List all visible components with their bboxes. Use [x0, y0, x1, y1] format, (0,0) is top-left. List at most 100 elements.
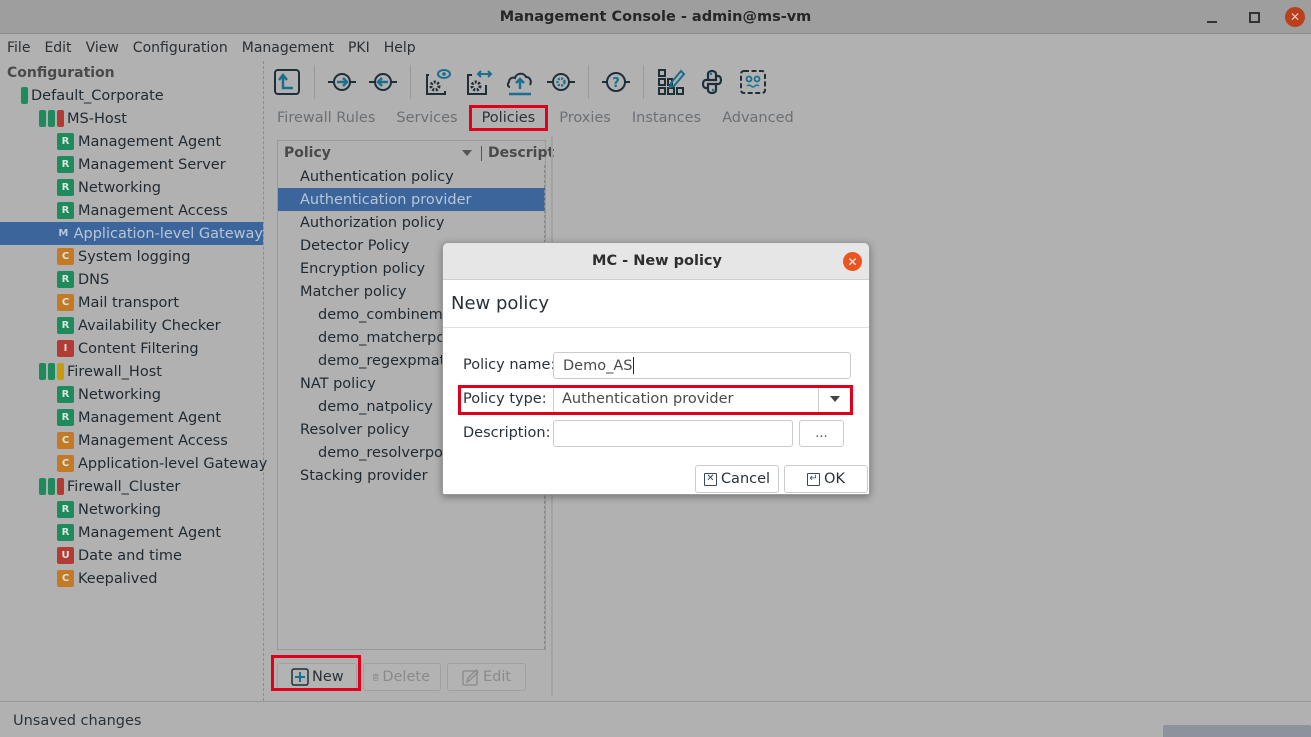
close-window-button[interactable]: ✕ — [1285, 7, 1305, 27]
tree-node-component[interactable]: R Networking — [0, 498, 161, 521]
dialog-titlebar[interactable]: MC - New policy ✕ — [443, 243, 869, 280]
tree-node-component[interactable]: R Management Server — [0, 153, 226, 176]
component-state-badge-icon: R — [57, 133, 74, 150]
tree-node-component[interactable]: I Content Filtering — [0, 337, 199, 360]
policy-type-row[interactable]: Authorization policy — [278, 211, 545, 234]
policy-row-label: NAT policy — [300, 375, 376, 392]
dialog-close-button[interactable]: ✕ — [843, 252, 862, 271]
component-state-badge-icon: R — [57, 202, 74, 219]
tree-node-component[interactable]: M Application-level Gateway — [0, 222, 263, 245]
tree-node-component[interactable]: R DNS — [0, 268, 109, 291]
column-divider[interactable] — [481, 146, 482, 161]
maximize-button[interactable] — [1243, 6, 1265, 28]
tree-node-label: DNS — [78, 271, 110, 288]
tree-node-component[interactable]: C System logging — [0, 245, 190, 268]
policy-row-label: Matcher policy — [300, 283, 407, 300]
cancel-button[interactable]: ✕ Cancel — [695, 465, 779, 493]
tree-node-component[interactable]: C Mail transport — [0, 291, 179, 314]
column-header-description[interactable]: Descript — [488, 145, 554, 161]
menu-file[interactable]: File — [7, 40, 38, 56]
tree-node-component[interactable]: R Management Agent — [0, 130, 221, 153]
tree-node-component[interactable]: C Application-level Gateway — [0, 452, 267, 475]
menu-help[interactable]: Help — [384, 40, 424, 56]
description-input[interactable] — [553, 420, 793, 447]
tab-instances[interactable]: Instances — [623, 106, 710, 130]
sort-desc-icon[interactable] — [462, 150, 472, 156]
toolbar-upload-config-button[interactable] — [268, 63, 306, 101]
toolbar-connect-in-button[interactable] — [323, 63, 361, 101]
toolbar-connect-out-button[interactable] — [364, 63, 402, 101]
compare-config-icon — [467, 70, 493, 95]
upload-config-icon — [274, 69, 300, 95]
tree-node-component[interactable]: R Networking — [0, 383, 161, 406]
policy-name-label: Policy name: — [463, 357, 556, 373]
status-bar — [21, 87, 28, 104]
policy-type-row[interactable]: Authentication provider — [278, 188, 545, 211]
tree-node-component[interactable]: U Date and time — [0, 544, 182, 567]
menu-management[interactable]: Management — [242, 40, 342, 56]
menu-view[interactable]: View — [86, 40, 127, 56]
toolbar-upload-cloud-button[interactable] — [501, 63, 539, 101]
ok-button[interactable]: ↵ OK — [784, 465, 868, 493]
configuration-tree[interactable]: Configuration Default_Corporate MS-Host R M… — [0, 61, 267, 701]
toolbar-robot-button[interactable] — [734, 63, 772, 101]
tree-node-component[interactable]: R Availability Checker — [0, 314, 221, 337]
component-state-badge-icon: R — [57, 409, 74, 426]
status-indicator-icon — [39, 478, 64, 495]
menu-edit[interactable]: Edit — [44, 40, 79, 56]
tree-node-label: Application-level Gateway — [78, 455, 268, 472]
window-controls: ✕ — [1201, 6, 1305, 28]
description-label: Description: — [463, 425, 551, 441]
toolbar: ? — [268, 61, 775, 103]
tree-node-label: Management Access — [78, 202, 228, 219]
description-more-button[interactable]: ... — [799, 420, 844, 447]
tree-node-component[interactable]: R Management Agent — [0, 521, 221, 544]
tree-node-component[interactable]: C Management Access — [0, 429, 228, 452]
edit-policy-button[interactable]: Edit — [447, 663, 526, 691]
toolbar-python-button[interactable] — [693, 63, 731, 101]
component-state-badge-icon: R — [57, 179, 74, 196]
toolbar-separator — [314, 65, 315, 99]
chevron-down-icon — [829, 396, 840, 402]
tree-node-host[interactable]: MS-Host — [0, 107, 127, 130]
svg-text:?: ? — [612, 76, 620, 91]
toolbar-view-config-button[interactable] — [419, 63, 457, 101]
view-config-icon — [426, 69, 451, 95]
text-caret — [633, 357, 635, 374]
toolbar-service-button[interactable] — [542, 63, 580, 101]
tree-node-component[interactable]: R Management Agent — [0, 406, 221, 429]
tab-services[interactable]: Services — [387, 106, 466, 130]
tree-node-component[interactable]: R Management Access — [0, 199, 228, 222]
tab-policies[interactable]: Policies — [468, 105, 549, 131]
tree-node-label: Firewall_Cluster — [67, 478, 181, 495]
component-state-badge-icon: C — [57, 294, 74, 311]
delete-policy-button[interactable]: Delete — [363, 663, 441, 691]
tree-node-host[interactable]: Default_Corporate — [0, 84, 164, 107]
toolbar-edit-grid-button[interactable] — [652, 63, 690, 101]
tab-firewall-rules[interactable]: Firewall Rules — [268, 106, 384, 130]
tree-node-component[interactable]: C Keepalived — [0, 567, 157, 590]
tab-advanced[interactable]: Advanced — [713, 106, 803, 130]
policy-type-dropdown-button[interactable] — [818, 386, 850, 412]
close-icon: ✕ — [1289, 10, 1301, 24]
tab-proxies[interactable]: Proxies — [550, 106, 620, 130]
minimize-button[interactable] — [1201, 6, 1223, 28]
dialog-heading: New policy — [451, 293, 549, 314]
policy-type-select[interactable]: Authentication provider — [553, 385, 851, 413]
tree-node-host[interactable]: Firewall_Host — [0, 360, 162, 383]
menu-configuration[interactable]: Configuration — [133, 40, 236, 56]
tree-node-component[interactable]: R Networking — [0, 176, 161, 199]
component-state-badge-icon: R — [57, 386, 74, 403]
component-state-badge-icon: C — [57, 432, 74, 449]
tree-node-host[interactable]: Firewall_Cluster — [0, 475, 180, 498]
policy-type-row[interactable]: Authentication policy — [278, 165, 545, 188]
toolbar-compare-config-button[interactable] — [460, 63, 498, 101]
column-header-policy[interactable]: Policy — [278, 145, 458, 161]
menu-pki[interactable]: PKI — [348, 40, 378, 56]
cancel-label: Cancel — [720, 471, 771, 487]
policy-name-input[interactable]: Demo_AS — [553, 352, 851, 379]
status-bar — [57, 478, 64, 495]
tree-node-label: Firewall_Host — [67, 363, 162, 380]
toolbar-help-button[interactable]: ? — [597, 63, 635, 101]
tree-node-label: Networking — [78, 386, 161, 403]
